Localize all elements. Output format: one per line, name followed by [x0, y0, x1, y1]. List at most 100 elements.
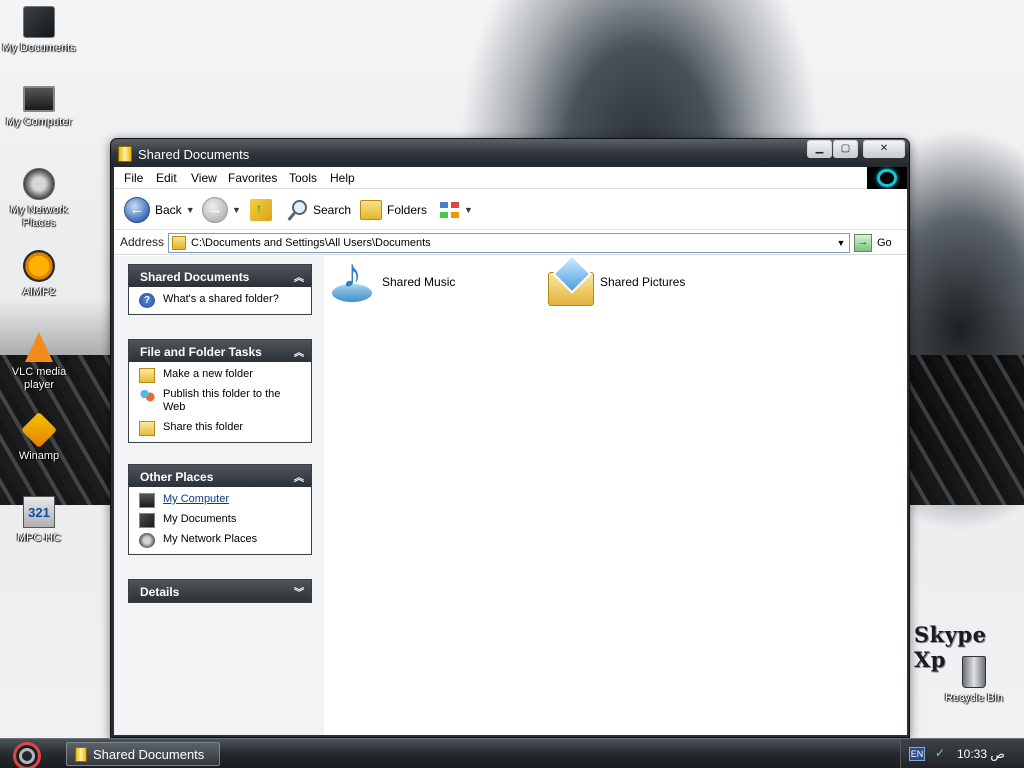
shared-music-icon — [328, 252, 378, 306]
title-bar[interactable]: Shared Documents ▁ ▢ ✕ — [111, 139, 909, 167]
views-button[interactable]: ▼ — [438, 196, 473, 224]
back-button[interactable]: ← Back ▼ — [124, 196, 195, 224]
content-area: Shared Documents ︽ ? What's a shared fol… — [114, 252, 907, 735]
search-button[interactable]: Search — [286, 196, 351, 224]
system-tray: EN ✓ 10:33 ص — [900, 739, 1024, 768]
network-places-icon — [23, 168, 55, 200]
place-my-documents[interactable]: My Documents — [139, 513, 301, 528]
search-icon — [286, 199, 308, 221]
address-value: C:\Documents and Settings\All Users\Docu… — [191, 237, 431, 249]
file-item-shared-pictures[interactable]: Shared Pictures — [546, 258, 685, 306]
chevron-down-icon[interactable]: ▼ — [835, 236, 847, 250]
file-list: Shared Music Shared Pictures — [324, 252, 907, 735]
menu-file[interactable]: File — [124, 171, 143, 185]
task-label: What's a shared folder? — [163, 293, 279, 305]
desktop-icon-label: Winamp — [18, 450, 60, 462]
task-label: My Documents — [163, 513, 237, 525]
panel-file-folder-tasks: File and Folder Tasks ︽ Make a new folde… — [128, 339, 312, 443]
folders-icon — [360, 200, 382, 220]
desktop-icon-my-documents[interactable]: My Documents — [1, 6, 77, 55]
folder-icon — [172, 236, 186, 250]
file-item-shared-music[interactable]: Shared Music — [328, 252, 456, 306]
task-label: My Network Places — [163, 533, 258, 545]
desktop-icon-network-places[interactable]: My Network Places — [1, 168, 77, 230]
my-documents-icon — [23, 6, 55, 38]
desktop-icon-label: AIMP2 — [22, 286, 56, 298]
vlc-icon — [25, 332, 53, 362]
menu-edit[interactable]: Edit — [156, 171, 177, 185]
my-computer-icon — [139, 493, 155, 508]
window-client: File Edit View Favorites Tools Help ← Ba… — [114, 167, 907, 735]
task-shared-folder-help[interactable]: ? What's a shared folder? — [139, 293, 301, 308]
my-documents-icon — [139, 513, 155, 528]
taskbar: Shared Documents EN ✓ 10:33 ص — [0, 738, 1024, 768]
recycle-bin-icon — [962, 656, 986, 688]
file-label: Shared Music — [382, 275, 456, 289]
panel-title: Details — [140, 585, 180, 599]
help-icon: ? — [139, 293, 155, 308]
collapse-icon[interactable]: ︽ — [294, 344, 304, 359]
maximize-button[interactable]: ▢ — [833, 140, 858, 158]
folders-button[interactable]: Folders — [360, 196, 427, 224]
panel-title: File and Folder Tasks — [140, 345, 262, 359]
forward-button[interactable]: → ▼ — [202, 196, 241, 224]
collapse-icon[interactable]: ︽ — [294, 269, 304, 284]
task-make-new-folder[interactable]: Make a new folder — [139, 368, 301, 383]
desktop-icon-label: Recycle Bin — [944, 692, 1004, 704]
throbber-icon — [877, 169, 897, 187]
start-button[interactable] — [10, 741, 42, 768]
network-places-icon — [139, 533, 155, 548]
taskbar-button-label: Shared Documents — [93, 747, 205, 762]
panel-header[interactable]: File and Folder Tasks ︽ — [129, 340, 311, 362]
language-indicator[interactable]: EN — [909, 747, 925, 761]
publish-web-icon — [139, 388, 155, 403]
menu-help[interactable]: Help — [330, 171, 355, 185]
minimize-button[interactable]: ▁ — [807, 140, 832, 158]
desktop-icon-vlc[interactable]: VLC media player — [1, 332, 77, 392]
desktop-icon-my-computer[interactable]: My Computer — [1, 86, 77, 129]
clock[interactable]: 10:33 ص — [957, 747, 1005, 761]
winamp-icon — [20, 411, 58, 449]
views-icon — [438, 199, 462, 221]
go-button[interactable]: → Go — [854, 234, 892, 252]
new-folder-icon — [139, 368, 155, 383]
panel-other-places: Other Places ︽ My Computer My Documents — [128, 464, 312, 555]
panel-header[interactable]: Details ︾ — [129, 580, 311, 602]
chevron-down-icon[interactable]: ▼ — [186, 205, 195, 215]
menu-tools[interactable]: Tools — [289, 171, 317, 185]
network-tray-icon[interactable]: ✓ — [935, 746, 945, 760]
folder-icon — [118, 146, 132, 162]
place-network-places[interactable]: My Network Places — [139, 533, 301, 548]
window-title: Shared Documents — [138, 147, 250, 162]
task-label: My Computer — [163, 493, 230, 505]
address-input[interactable]: C:\Documents and Settings\All Users\Docu… — [168, 233, 850, 253]
desktop-icon-aimp[interactable]: AIMP2 — [1, 250, 77, 299]
share-folder-icon — [139, 421, 155, 436]
panel-header[interactable]: Other Places ︽ — [129, 465, 311, 487]
chevron-down-icon[interactable]: ▼ — [232, 205, 241, 215]
mpc-hc-icon: 321 — [23, 496, 55, 528]
desktop-icon-label: MPC-HC — [17, 532, 61, 544]
task-share-folder[interactable]: Share this folder — [139, 421, 301, 436]
desktop-icon-winamp[interactable]: Winamp — [1, 411, 77, 463]
desktop-icon-mpc-hc[interactable]: 321 MPC-HC — [1, 496, 77, 545]
menu-favorites[interactable]: Favorites — [228, 171, 277, 185]
place-my-computer[interactable]: My Computer — [139, 493, 301, 508]
expand-icon[interactable]: ︾ — [294, 584, 304, 599]
task-publish-folder[interactable]: Publish this folder to the Web — [139, 388, 301, 414]
panel-header[interactable]: Shared Documents ︽ — [129, 265, 311, 287]
collapse-icon[interactable]: ︽ — [294, 469, 304, 484]
menu-view[interactable]: View — [191, 171, 217, 185]
back-arrow-icon: ← — [124, 197, 150, 223]
desktop-icon-recycle-bin[interactable]: Recycle Bin — [936, 656, 1012, 705]
panel-shared-documents: Shared Documents ︽ ? What's a shared fol… — [128, 264, 312, 315]
taskbar-button-shared-documents[interactable]: Shared Documents — [66, 742, 220, 766]
address-label: Address — [120, 235, 165, 249]
chevron-down-icon: ▼ — [464, 205, 473, 215]
go-arrow-icon: → — [854, 234, 872, 252]
forward-arrow-icon: → — [202, 197, 228, 223]
close-button[interactable]: ✕ — [863, 140, 905, 158]
task-pane: Shared Documents ︽ ? What's a shared fol… — [114, 256, 324, 735]
file-label: Shared Pictures — [600, 275, 686, 289]
up-folder-button[interactable] — [250, 196, 272, 224]
